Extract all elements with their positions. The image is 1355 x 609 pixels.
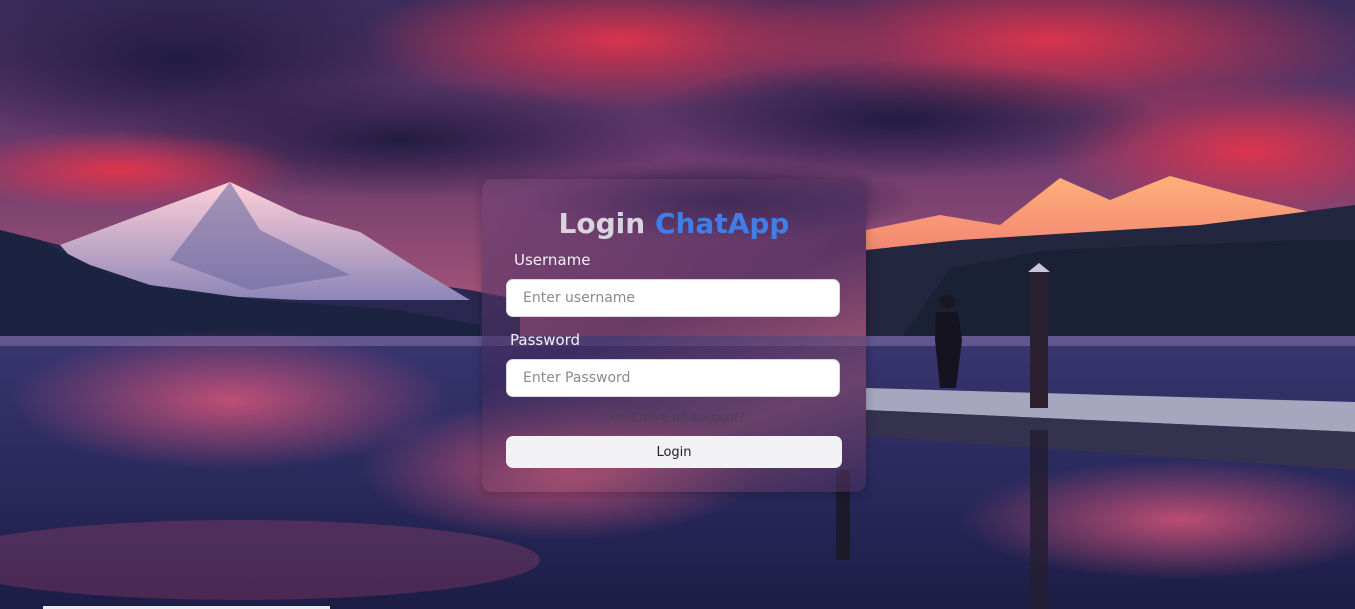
brand-name: ChatApp (654, 207, 790, 240)
login-card: Login ChatApp Username Password Don't ha… (482, 179, 866, 492)
login-title-text: Login (558, 207, 646, 240)
password-input[interactable] (506, 359, 840, 397)
register-link[interactable]: Don't have an account? (482, 409, 866, 425)
login-button[interactable]: Login (506, 436, 842, 468)
username-input[interactable] (506, 279, 840, 317)
password-label: Password (510, 331, 581, 349)
login-title: Login ChatApp (482, 207, 866, 241)
username-label: Username (514, 251, 591, 269)
